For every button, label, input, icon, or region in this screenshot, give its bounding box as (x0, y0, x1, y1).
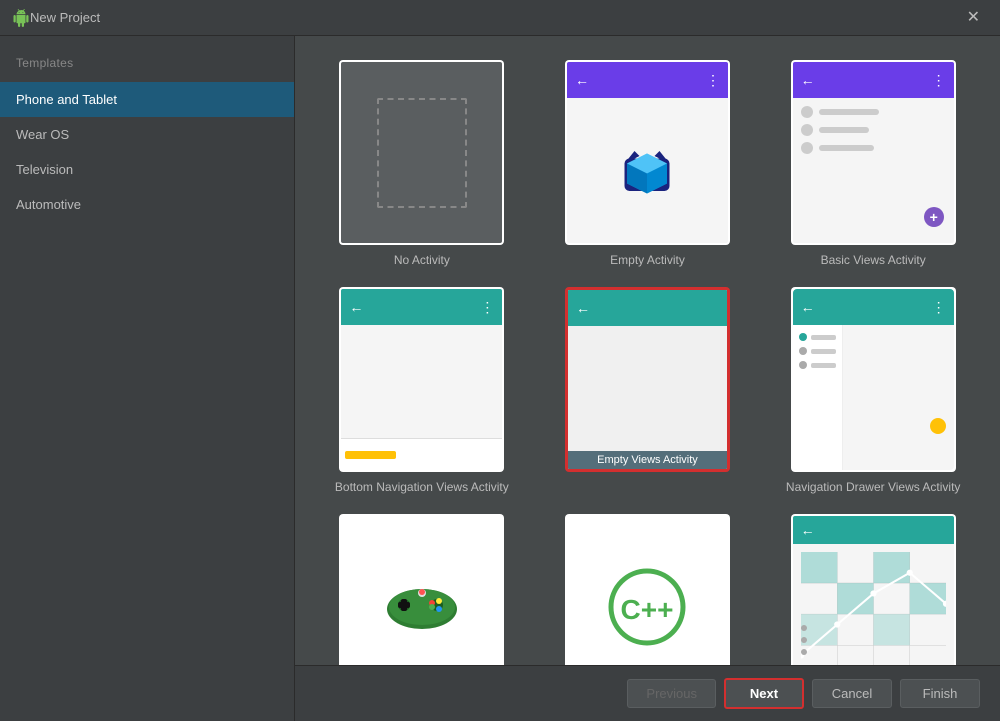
drawer-row-3 (799, 361, 836, 369)
nav-item-active (345, 451, 396, 459)
android-logo (617, 141, 677, 201)
more-options-icon2: ⋮ (932, 72, 946, 89)
empty-views-appbar: ← (568, 290, 727, 326)
charts-back-icon: ← (801, 522, 815, 538)
sidebar: Templates Phone and Tablet Wear OS Telev… (0, 36, 295, 721)
drawer-dot3 (799, 361, 807, 369)
list-row-3 (801, 142, 946, 154)
dashed-rect (377, 98, 467, 208)
bottom-nav-body (341, 325, 502, 438)
drawer-line3 (811, 363, 836, 368)
nav-drawer-body (793, 325, 954, 470)
drawer-line2 (811, 349, 836, 354)
drawer-row-1 (799, 333, 836, 341)
templates-section-label: Templates (0, 52, 294, 82)
close-button[interactable]: ✕ (959, 6, 988, 30)
bottom-bar: Previous Next Cancel Finish (295, 665, 1000, 721)
label-bottom-nav: Bottom Navigation Views Activity (335, 480, 509, 494)
list-row-1 (801, 106, 946, 118)
cancel-button[interactable]: Cancel (812, 679, 892, 708)
thumb-no-activity (339, 60, 504, 245)
label-empty-activity: Empty Activity (610, 253, 685, 267)
thumb-native-cpp: C++ (565, 514, 730, 665)
title-bar: New Project ✕ (0, 0, 1000, 36)
drawer-main-area (843, 325, 954, 470)
nav-drawer-appbar: ← ⋮ (793, 289, 954, 325)
charts-body (793, 544, 954, 665)
bottom-nav-bar (341, 438, 502, 470)
template-empty-views[interactable]: ← Empty Views Activity (545, 287, 751, 494)
dot1 (801, 106, 813, 118)
empty-views-body (568, 326, 727, 451)
charts-appbar: ← (793, 516, 954, 544)
bottom-nav-appbar: ← ⋮ (341, 289, 502, 325)
line2 (819, 127, 869, 133)
svg-text:C++: C++ (621, 594, 674, 625)
thumb-basic-views: ← ⋮ (791, 60, 956, 245)
template-native-cpp[interactable]: C++ Native C++ (545, 514, 751, 665)
thumb-nav-drawer: ← ⋮ (791, 287, 956, 472)
template-fullscreen[interactable]: ← (770, 514, 976, 665)
empty-activity-appbar: ← ⋮ (567, 62, 728, 98)
chart-svg (801, 552, 946, 665)
thumb-game-activity (339, 514, 504, 665)
drawer-line1 (811, 335, 836, 340)
game-controller-icon (382, 577, 462, 637)
label-basic-views: Basic Views Activity (821, 253, 926, 267)
template-bottom-nav[interactable]: ← ⋮ Bottom Navigation Views Activity (319, 287, 525, 494)
sidebar-item-phone-tablet[interactable]: Phone and Tablet (0, 82, 294, 117)
side-indicators (801, 625, 807, 655)
dot2 (801, 124, 813, 136)
sidebar-item-television[interactable]: Television (0, 152, 294, 187)
fab-button: + (924, 207, 944, 227)
next-button[interactable]: Next (724, 678, 804, 709)
back-arrow-icon5: ← (801, 299, 815, 315)
drawer-dot2 (799, 347, 807, 355)
line1 (819, 109, 879, 115)
template-empty-activity[interactable]: ← ⋮ (545, 60, 751, 267)
label-no-activity: No Activity (394, 253, 450, 267)
template-game-activity[interactable]: Game Activity (319, 514, 525, 665)
thumb-bottom-nav: ← ⋮ (339, 287, 504, 472)
template-nav-drawer[interactable]: ← ⋮ (770, 287, 976, 494)
template-basic-views[interactable]: ← ⋮ (770, 60, 976, 267)
drawer-dot1 (799, 333, 807, 341)
label-nav-drawer: Navigation Drawer Views Activity (786, 480, 961, 494)
thumb-empty-activity: ← ⋮ (565, 60, 730, 245)
nav-drawer-side (793, 325, 843, 470)
line3 (819, 145, 874, 151)
empty-activity-body (567, 98, 728, 243)
sidebar-item-automotive[interactable]: Automotive (0, 187, 294, 222)
previous-button[interactable]: Previous (627, 679, 716, 708)
basic-views-appbar: ← ⋮ (793, 62, 954, 98)
main-content: Templates Phone and Tablet Wear OS Telev… (0, 36, 1000, 721)
finish-button[interactable]: Finish (900, 679, 980, 708)
title-bar-title: New Project (30, 10, 959, 25)
back-arrow-icon: ← (575, 72, 589, 88)
back-arrow-icon3: ← (349, 299, 363, 315)
right-panel: No Activity ← ⋮ (295, 36, 1000, 721)
template-no-activity[interactable]: No Activity (319, 60, 525, 267)
android-icon (12, 9, 30, 27)
template-grid: No Activity ← ⋮ (295, 36, 1000, 665)
sidebar-item-wear-os[interactable]: Wear OS (0, 117, 294, 152)
drawer-row-2 (799, 347, 836, 355)
more-options-icon5: ⋮ (932, 299, 946, 316)
selected-label-bar: Empty Views Activity (568, 451, 727, 469)
more-options-icon3: ⋮ (480, 299, 494, 316)
thumb-fullscreen: ← (791, 514, 956, 665)
back-arrow-icon2: ← (801, 72, 815, 88)
dot3 (801, 142, 813, 154)
thumb-empty-views: ← Empty Views Activity (565, 287, 730, 472)
list-row-2 (801, 124, 946, 136)
cpp-logo: C++ (607, 567, 687, 647)
drawer-fab (930, 418, 946, 434)
back-arrow-icon4: ← (576, 300, 590, 316)
more-options-icon: ⋮ (706, 72, 720, 89)
